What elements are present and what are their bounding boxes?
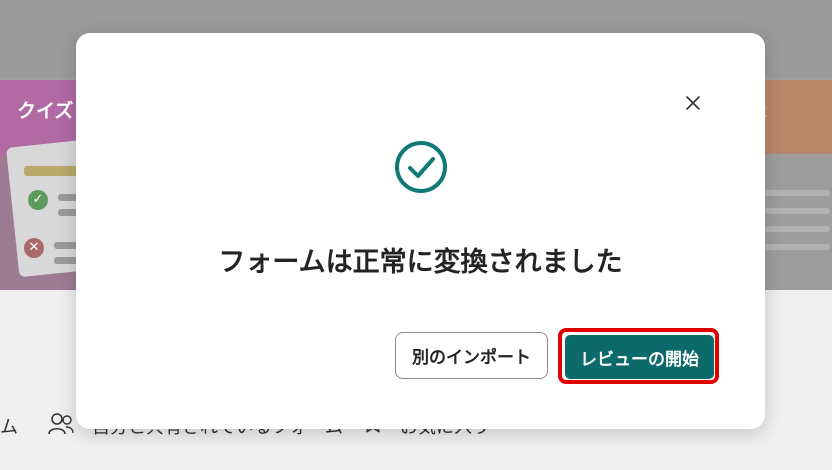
close-icon (685, 95, 701, 115)
illustration-line (764, 190, 830, 196)
start-review-button[interactable]: レビューの開始 (565, 335, 714, 379)
illustration-line (764, 244, 830, 250)
illustration-strip (24, 166, 84, 176)
another-import-button[interactable]: 別のインポート (395, 332, 548, 379)
app-page: クイズ ✓ ✕ 録 ム 自分と共有されているフォーム お気に入り (0, 0, 832, 470)
people-icon (48, 412, 74, 440)
check-circle-icon (393, 139, 449, 195)
close-button[interactable] (678, 92, 708, 118)
cross-mark-icon: ✕ (24, 238, 44, 258)
illustration-line (764, 208, 830, 214)
check-mark-icon: ✓ (28, 190, 48, 210)
quiz-card-title: クイズ (17, 100, 74, 122)
illustration-line (764, 226, 830, 232)
success-message: フォームは正常に変換されました (218, 247, 623, 278)
tab-my-forms[interactable]: ム (0, 413, 18, 439)
